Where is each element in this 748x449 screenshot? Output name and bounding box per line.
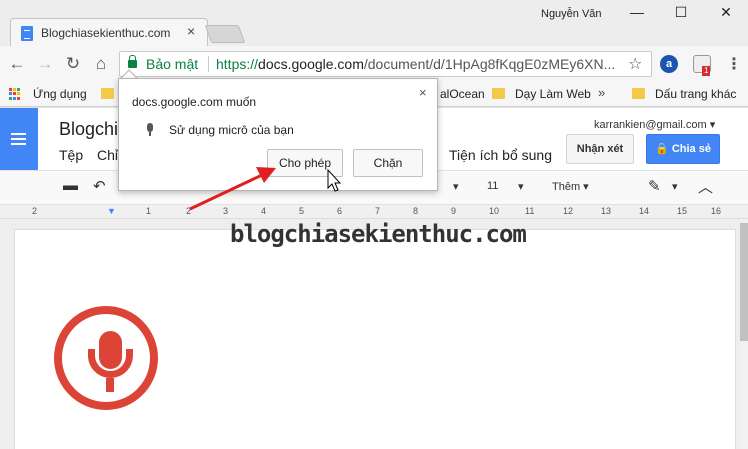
tab-close-icon[interactable]: × bbox=[187, 23, 195, 39]
bookmark-other[interactable]: Dấu trang khác bbox=[655, 87, 736, 101]
ruler-mark: 7 bbox=[375, 206, 381, 216]
extension-a-icon[interactable]: a bbox=[660, 55, 678, 73]
collapse-chevron-icon[interactable]: ︿ bbox=[698, 176, 713, 197]
reload-button[interactable]: ↻ bbox=[63, 55, 83, 73]
menu-file[interactable]: Tệp bbox=[59, 147, 83, 163]
folder-icon bbox=[101, 88, 114, 99]
font-size-select[interactable]: 11 bbox=[487, 180, 498, 192]
more-button[interactable]: Thêm ▾ bbox=[552, 180, 589, 193]
print-icon[interactable]: ▬ bbox=[63, 177, 78, 194]
popup-close-icon[interactable]: × bbox=[419, 85, 427, 100]
ruler-mark: 16 bbox=[711, 206, 722, 216]
scrollbar-thumb[interactable] bbox=[740, 223, 748, 341]
pencil-icon[interactable]: ✎ bbox=[648, 177, 661, 195]
title-bar: Blogchiasekienthuc.com × Nguyễn Văn — ☐ … bbox=[0, 0, 748, 46]
ruler-mark: 8 bbox=[413, 206, 419, 216]
ruler-mark: 12 bbox=[563, 206, 574, 216]
profile-name[interactable]: Nguyễn Văn bbox=[541, 8, 602, 20]
tab-title: Blogchiasekienthuc.com bbox=[41, 26, 171, 40]
back-button[interactable]: ← bbox=[7, 55, 27, 73]
block-button[interactable]: Chặn bbox=[353, 149, 423, 177]
bookmark-item[interactable]: alOcean bbox=[440, 87, 485, 101]
bookmark-star-icon[interactable]: ☆ bbox=[628, 54, 642, 74]
account-email[interactable]: karrankien@gmail.com ▾ bbox=[594, 118, 715, 131]
ruler-mark: 5 bbox=[299, 206, 305, 216]
ruler-mark: 9 bbox=[451, 206, 457, 216]
menu-addons[interactable]: Tiện ích bổ sung bbox=[449, 147, 552, 163]
ruler-mark: 1 bbox=[146, 206, 152, 216]
ruler-mark: 10 bbox=[489, 206, 500, 216]
watermark-text: blogchiasekienthuc.com bbox=[230, 220, 527, 248]
browser-tab[interactable]: Blogchiasekienthuc.com × bbox=[10, 18, 208, 46]
bookmark-item[interactable]: Dạy Làm Web bbox=[515, 87, 591, 101]
divider bbox=[208, 56, 209, 72]
bookmark-apps[interactable]: Ứng dụng bbox=[33, 87, 87, 101]
dropdown-arrow-icon[interactable]: ▾ bbox=[518, 180, 524, 193]
ruler-mark: 2 bbox=[32, 206, 38, 216]
menu-edit[interactable]: Chỉ bbox=[97, 147, 118, 163]
dropdown-arrow-icon[interactable]: ▾ bbox=[453, 180, 459, 193]
url-text[interactable]: https://docs.google.com/document/d/1HpAg… bbox=[216, 56, 624, 72]
undo-icon[interactable]: ↶ bbox=[93, 177, 106, 195]
indent-marker-icon[interactable]: ▼ bbox=[107, 206, 116, 216]
ruler-mark: 13 bbox=[601, 206, 612, 216]
lock-icon[interactable] bbox=[128, 55, 137, 68]
ruler-mark: 6 bbox=[337, 206, 343, 216]
comments-button[interactable]: Nhận xét bbox=[566, 134, 634, 164]
popup-site-text: docs.google.com muốn bbox=[132, 95, 257, 109]
ruler-mark: 2 bbox=[186, 206, 192, 216]
ruler-mark: 4 bbox=[261, 206, 267, 216]
home-button[interactable]: ⌂ bbox=[91, 55, 111, 73]
ruler-mark: 11 bbox=[525, 206, 535, 216]
allow-button[interactable]: Cho phép bbox=[267, 149, 343, 177]
maximize-button[interactable]: ☐ bbox=[671, 4, 691, 21]
browser-menu-icon[interactable]: ⋮ bbox=[726, 54, 742, 74]
browser-toolbar: ← → ↻ ⌂ Bảo mật https://docs.google.com/… bbox=[0, 46, 748, 82]
ruler-mark: 14 bbox=[639, 206, 650, 216]
ruler-mark: 3 bbox=[223, 206, 229, 216]
ruler-mark: 15 bbox=[677, 206, 688, 216]
microphone-icon bbox=[147, 123, 153, 136]
ruler: 2 ▼ 1 2 3 4 5 6 7 8 9 10 11 12 13 14 15 … bbox=[0, 205, 748, 219]
docs-home-icon[interactable] bbox=[0, 108, 38, 170]
share-button[interactable]: 🔒 Chia sẻ bbox=[646, 134, 720, 164]
permission-popup: docs.google.com muốn × Sử dụng micrô của… bbox=[118, 78, 438, 191]
voice-typing-mic-icon[interactable] bbox=[54, 306, 158, 410]
address-bar[interactable]: Bảo mật https://docs.google.com/document… bbox=[119, 51, 652, 77]
document-title[interactable]: Blogchi bbox=[59, 119, 118, 140]
forward-button[interactable]: → bbox=[35, 55, 55, 73]
minimize-button[interactable]: — bbox=[627, 4, 647, 20]
secure-label[interactable]: Bảo mật bbox=[146, 56, 198, 72]
close-window-button[interactable]: ✕ bbox=[716, 4, 736, 21]
bookmarks-overflow[interactable]: » bbox=[598, 85, 605, 100]
apps-grid-icon[interactable] bbox=[9, 88, 21, 100]
new-tab-button[interactable] bbox=[204, 25, 246, 43]
extension-badge: 1 bbox=[702, 66, 711, 76]
folder-icon bbox=[632, 88, 645, 99]
google-docs-icon bbox=[21, 26, 33, 41]
folder-icon bbox=[492, 88, 505, 99]
popup-request-text: Sử dụng micrô của bạn bbox=[169, 123, 294, 137]
dropdown-arrow-icon[interactable]: ▾ bbox=[672, 180, 678, 193]
